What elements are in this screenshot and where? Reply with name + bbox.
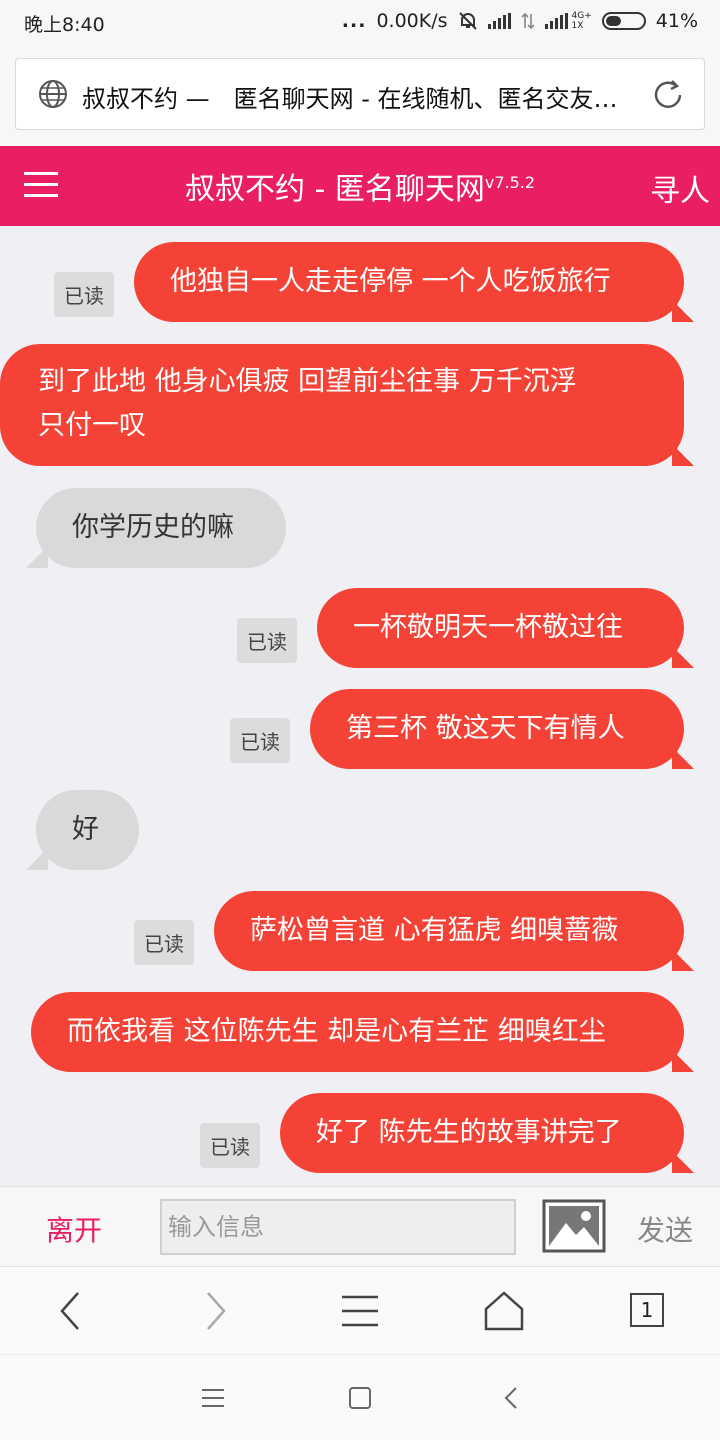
globe-icon bbox=[39, 80, 67, 108]
system-navigation-bar bbox=[0, 1354, 720, 1440]
bubble-tail bbox=[672, 1050, 694, 1072]
message-bubble: 第三杯 敬这天下有情人 bbox=[310, 689, 684, 769]
system-back-icon[interactable] bbox=[498, 1385, 524, 1411]
network-type: 4G+ 1X bbox=[571, 11, 592, 31]
status-dots: ... bbox=[341, 10, 367, 32]
read-receipt: 已读 bbox=[200, 1123, 260, 1168]
message-input-bar: 离开 发送 bbox=[0, 1186, 720, 1266]
status-time: 晚上8:40 bbox=[24, 14, 105, 36]
home-icon[interactable] bbox=[482, 1289, 526, 1333]
forward-arrow-icon[interactable] bbox=[194, 1289, 238, 1333]
status-icons: ... 0.00K/s 4G+ 1X 41% bbox=[342, 10, 698, 32]
tab-count-button[interactable]: 1 bbox=[630, 1293, 664, 1327]
read-receipt: 已读 bbox=[54, 272, 114, 317]
battery-fill bbox=[605, 16, 621, 26]
data-transfer-icon bbox=[520, 12, 535, 30]
message-bubble: 他独自一人走走停停 一个人吃饭旅行 bbox=[134, 242, 684, 322]
bubble-tail bbox=[672, 1151, 694, 1173]
bubble-tail bbox=[26, 546, 48, 568]
message-bubble: 萨松曾言道 心有猛虎 细嗅蔷薇 bbox=[214, 891, 684, 971]
back-arrow-icon[interactable] bbox=[48, 1289, 92, 1333]
message-bubble: 一杯敬明天一杯敬过往 bbox=[317, 588, 684, 668]
reload-icon[interactable] bbox=[650, 77, 686, 113]
message-line: 只付一叹 bbox=[38, 410, 146, 441]
url-text[interactable]: 叔叔不约 — 匿名聊天网 - 在线随机、匿名交友… bbox=[82, 79, 652, 114]
recent-apps-icon[interactable] bbox=[200, 1385, 226, 1411]
net-speed: 0.00K/s bbox=[376, 10, 448, 32]
send-button[interactable]: 发送 bbox=[637, 1209, 693, 1249]
bubble-tail bbox=[672, 747, 694, 769]
bubble-tail bbox=[26, 848, 48, 870]
bubble-tail bbox=[672, 444, 694, 466]
title-text: 叔叔不约 - 匿名聊天网 bbox=[184, 172, 485, 207]
menu-icon[interactable] bbox=[338, 1289, 382, 1333]
browser-navigation-bar: 1 bbox=[0, 1266, 720, 1354]
read-receipt: 已读 bbox=[134, 920, 194, 965]
message-bubble: 到了此地 他身心俱疲 回望前尘往事 万千沉浮 只付一叹 bbox=[0, 344, 684, 466]
signal-icon-2 bbox=[544, 13, 568, 29]
battery-icon bbox=[601, 12, 646, 30]
status-bar: 晚上8:40 ... 0.00K/s 4G+ 1X 41% bbox=[0, 0, 720, 46]
battery-percent: 41% bbox=[655, 10, 698, 32]
message-bubble: 你学历史的嘛 bbox=[36, 488, 286, 568]
chat-area[interactable]: 已读 他独自一人走走停停 一个人吃饭旅行 到了此地 他身心俱疲 回望前尘往事 万… bbox=[0, 226, 720, 1186]
app-header: 叔叔不约 - 匿名聊天网v7.5.2 寻人 bbox=[0, 146, 720, 226]
message-input[interactable] bbox=[160, 1199, 516, 1255]
browser-address-bar: 叔叔不约 — 匿名聊天网 - 在线随机、匿名交友… bbox=[0, 46, 720, 146]
message-line: 到了此地 他身心俱疲 回望前尘往事 万千沉浮 bbox=[38, 366, 577, 397]
image-icon[interactable] bbox=[542, 1199, 606, 1253]
version-label: v7.5.2 bbox=[484, 173, 536, 192]
leave-button[interactable]: 离开 bbox=[46, 1209, 102, 1249]
home-square-icon[interactable] bbox=[347, 1385, 373, 1411]
message-bubble: 好 bbox=[36, 790, 139, 870]
find-person-button[interactable]: 寻人 bbox=[650, 166, 710, 210]
signal-icon bbox=[487, 13, 511, 29]
bubble-tail bbox=[672, 300, 694, 322]
bubble-tail bbox=[672, 949, 694, 971]
read-receipt: 已读 bbox=[230, 718, 290, 763]
message-bubble: 而依我看 这位陈先生 却是心有兰芷 细嗅红尘 bbox=[31, 992, 684, 1072]
read-receipt: 已读 bbox=[237, 618, 297, 663]
page-title: 叔叔不约 - 匿名聊天网v7.5.2 bbox=[0, 164, 720, 208]
url-box[interactable]: 叔叔不约 — 匿名聊天网 - 在线随机、匿名交友… bbox=[15, 58, 705, 130]
mute-bell-icon bbox=[458, 12, 477, 30]
message-bubble: 好了 陈先生的故事讲完了 bbox=[280, 1093, 684, 1173]
bubble-tail bbox=[672, 646, 694, 668]
